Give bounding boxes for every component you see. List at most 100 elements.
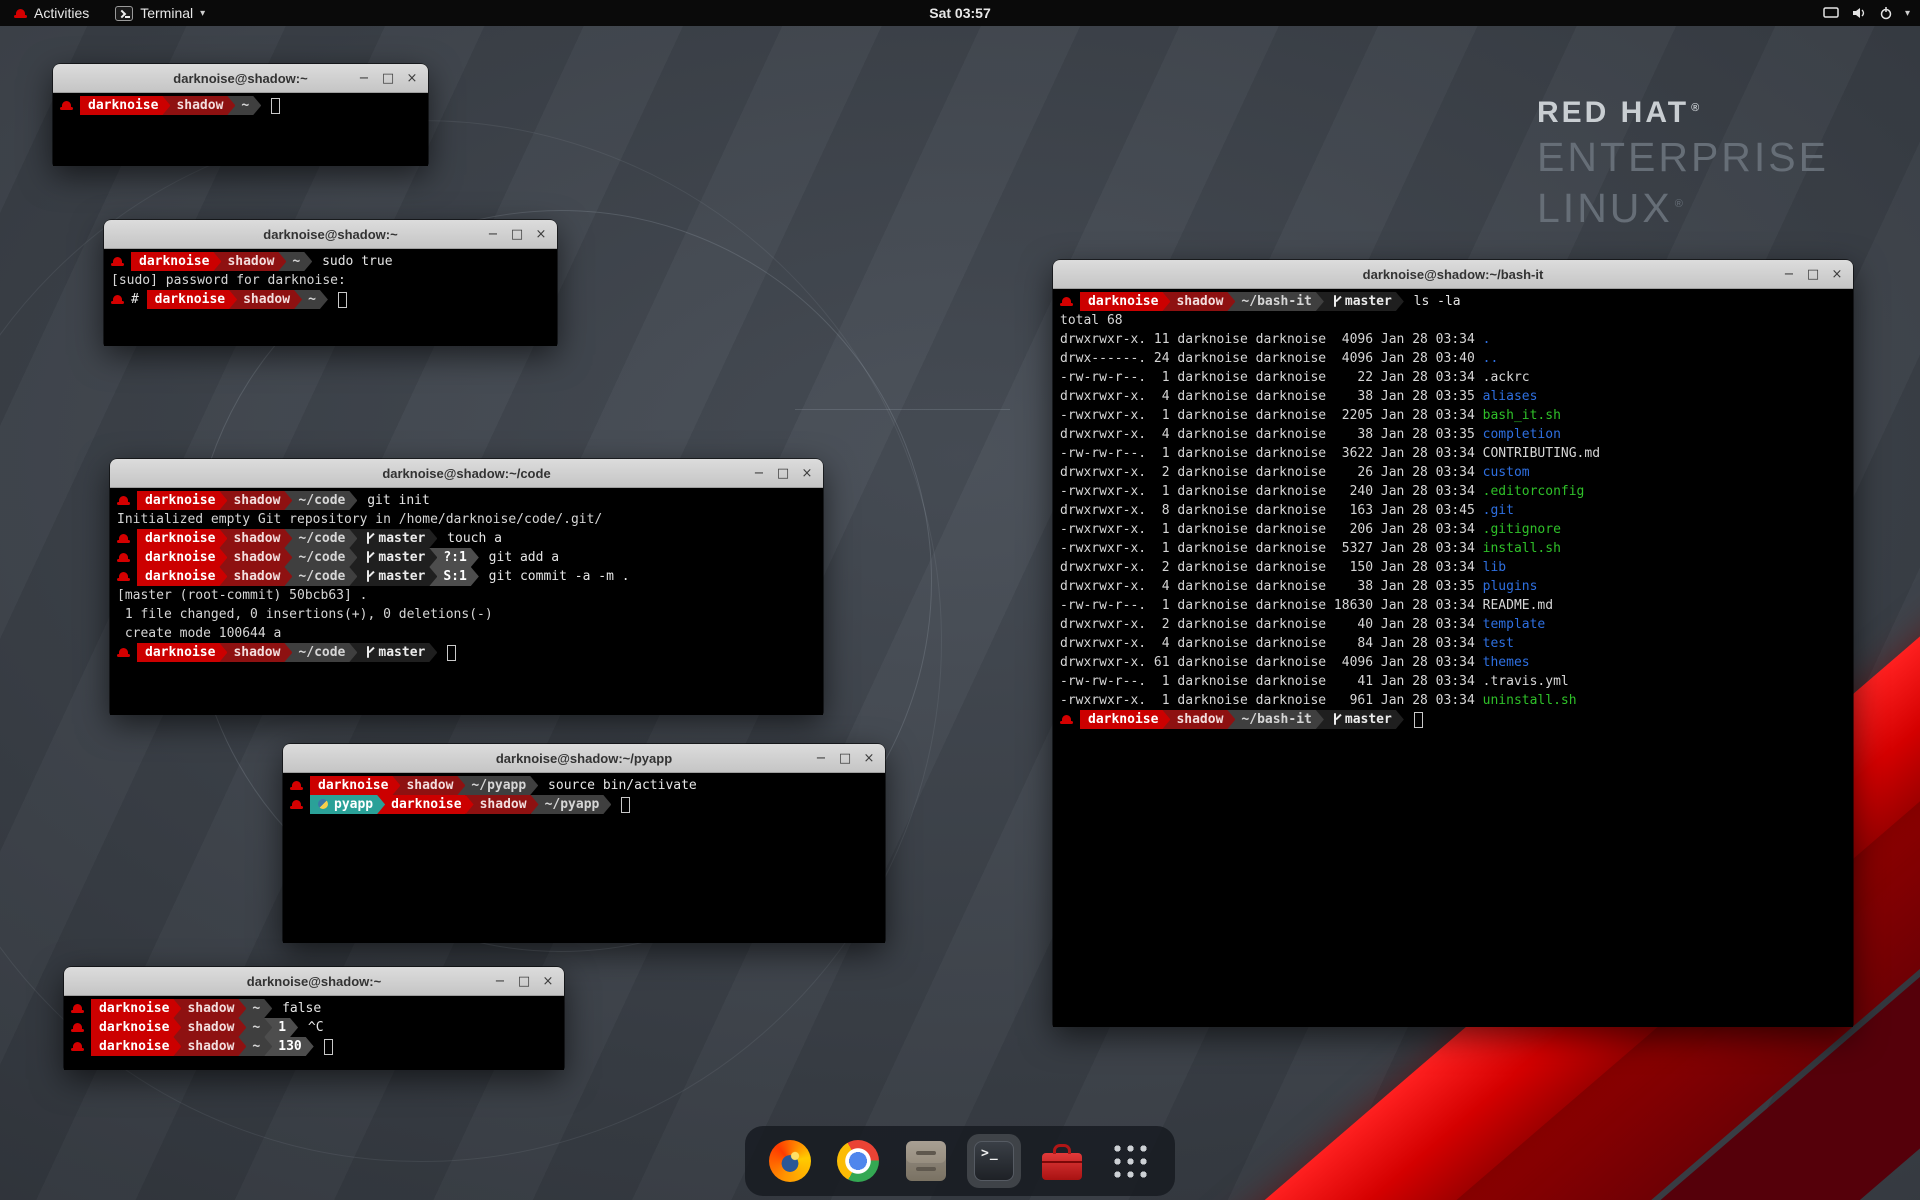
terminal-text: git commit -a -m . [481, 569, 630, 584]
path-segment: ~/bash-it [1227, 710, 1323, 729]
terminal-line: [sudo] password for darknoise: [111, 271, 550, 290]
close-button[interactable]: × [859, 748, 879, 768]
terminal-line: drwxrwxr-x. 8 darknoise darknoise 163 Ja… [1060, 501, 1846, 520]
window-titlebar[interactable]: darknoise@shadow:~ − □ × [64, 967, 564, 996]
terminal-text: -rwxrwxr-x. 1 darknoise darknoise 961 Ja… [1060, 693, 1483, 708]
minimize-button[interactable]: − [483, 224, 503, 244]
redhat-prompt-icon [111, 294, 124, 305]
window-titlebar[interactable]: darknoise@shadow:~/code − □ × [110, 459, 823, 488]
system-status-area[interactable]: ▾ [1823, 0, 1910, 26]
maximize-button[interactable]: □ [514, 971, 534, 991]
minimize-button[interactable]: − [490, 971, 510, 991]
virtualenv-segment: pyapp [310, 795, 385, 814]
user-segment: darknoise [1080, 710, 1170, 729]
dock-item-terminal[interactable]: >_ [967, 1134, 1021, 1188]
redhat-prompt-icon [117, 571, 130, 582]
directory-name: .git [1483, 503, 1514, 518]
directory-name: .. [1483, 351, 1499, 366]
terminal-text: drwxrwxr-x. 2 darknoise darknoise 26 Jan… [1060, 465, 1483, 480]
wallpaper-line [795, 409, 1010, 410]
terminal-content[interactable]: darknoiseshadow~/pyapp source bin/activa… [283, 773, 885, 943]
branding-linux: LINUX® [1537, 185, 1829, 232]
dock-item-toolbox[interactable] [1035, 1134, 1089, 1188]
terminal-line: darknoiseshadow~/pyapp source bin/activa… [290, 776, 878, 795]
maximize-button[interactable]: □ [773, 463, 793, 483]
dock-item-firefox[interactable] [763, 1134, 817, 1188]
host-segment: shadow [173, 1037, 246, 1056]
close-button[interactable]: × [538, 971, 558, 991]
terminal-text: drwxrwxr-x. 4 darknoise darknoise 38 Jan… [1060, 427, 1483, 442]
executable-name: install.sh [1483, 541, 1561, 556]
terminal-line: -rwxrwxr-x. 1 darknoise darknoise 2205 J… [1060, 406, 1846, 425]
terminal-content[interactable]: darknoiseshadow~ falsedarknoiseshadow~1 … [64, 996, 564, 1070]
terminal-content[interactable]: darknoiseshadow~ sudo true[sudo] passwor… [104, 249, 557, 346]
directory-name: . [1483, 332, 1491, 347]
executable-name: bash_it.sh [1483, 408, 1561, 423]
directory-name: template [1483, 617, 1546, 632]
terminal-window-bash-it: darknoise@shadow:~/bash-it − □ × darknoi… [1053, 260, 1853, 1026]
window-titlebar[interactable]: darknoise@shadow:~ − □ × [53, 64, 428, 93]
dock-item-chrome[interactable] [831, 1134, 885, 1188]
maximize-button[interactable]: □ [378, 68, 398, 88]
desktop: RED HAT® ENTERPRISE LINUX® Activities Te… [0, 0, 1920, 1200]
terminal-line: drwxrwxr-x. 2 darknoise darknoise 40 Jan… [1060, 615, 1846, 634]
chevron-down-icon: ▾ [1905, 8, 1910, 19]
terminal-line: drwxrwxr-x. 11 darknoise darknoise 4096 … [1060, 330, 1846, 349]
maximize-button[interactable]: □ [835, 748, 855, 768]
terminal-line: darknoiseshadow~/codemaster touch a [117, 529, 816, 548]
terminal-text: -rw-rw-r--. 1 darknoise darknoise 22 Jan… [1060, 370, 1530, 385]
git-branch-segment: master [349, 529, 437, 548]
path-segment: ~/code [284, 491, 357, 510]
chrome-icon [837, 1140, 879, 1182]
terminal-text: drwxrwxr-x. 4 darknoise darknoise 38 Jan… [1060, 579, 1483, 594]
minimize-button[interactable]: − [811, 748, 831, 768]
terminal-line: darknoiseshadow~ false [71, 999, 557, 1018]
git-branch-segment: master [1316, 710, 1404, 729]
python-icon [318, 799, 328, 809]
terminal-content[interactable]: darknoiseshadow~/bash-itmaster ls -latot… [1053, 289, 1853, 1027]
terminal-text: drwxrwxr-x. 11 darknoise darknoise 4096 … [1060, 332, 1483, 347]
maximize-button[interactable]: □ [507, 224, 527, 244]
app-menu-terminal[interactable]: Terminal ▾ [111, 0, 209, 26]
terminal-content[interactable]: darknoiseshadow~/code git initInitialize… [110, 488, 823, 715]
window-titlebar[interactable]: darknoise@shadow:~/pyapp − □ × [283, 744, 885, 773]
window-titlebar[interactable]: darknoise@shadow:~ − □ × [104, 220, 557, 249]
terminal-text: git add a [481, 550, 559, 565]
terminal-line: darknoiseshadow~/bash-itmaster ls -la [1060, 292, 1846, 311]
terminal-line: darknoiseshadow~ [60, 96, 421, 115]
close-button[interactable]: × [1827, 264, 1847, 284]
user-segment: darknoise [131, 252, 221, 271]
dock-item-files[interactable] [899, 1134, 953, 1188]
window-titlebar[interactable]: darknoise@shadow:~/bash-it − □ × [1053, 260, 1853, 289]
terminal-text: -rwxrwxr-x. 1 darknoise darknoise 5327 J… [1060, 541, 1483, 556]
minimize-button[interactable]: − [749, 463, 769, 483]
terminal-content[interactable]: darknoiseshadow~ [53, 93, 428, 166]
dock-item-show-applications[interactable] [1103, 1134, 1157, 1188]
user-segment: darknoise [137, 491, 227, 510]
terminal-text: sudo true [314, 254, 392, 269]
directory-name: plugins [1483, 579, 1538, 594]
clock[interactable]: Sat 03:57 [929, 5, 990, 21]
redhat-prompt-icon [1060, 296, 1073, 307]
dock: >_ [745, 1126, 1175, 1196]
close-button[interactable]: × [531, 224, 551, 244]
close-button[interactable]: × [402, 68, 422, 88]
redhat-prompt-icon [60, 100, 73, 111]
terminal-text: drwxrwxr-x. 61 darknoise darknoise 4096 … [1060, 655, 1483, 670]
terminal-line: -rwxrwxr-x. 1 darknoise darknoise 206 Ja… [1060, 520, 1846, 539]
minimize-button[interactable]: − [354, 68, 374, 88]
top-bar: Activities Terminal ▾ Sat 03:57 ▾ [0, 0, 1920, 26]
terminal-line: [master (root-commit) 50bcb63] . [117, 586, 816, 605]
close-button[interactable]: × [797, 463, 817, 483]
terminal-line: 1 file changed, 0 insertions(+), 0 delet… [117, 605, 816, 624]
redhat-prompt-icon [117, 552, 130, 563]
minimize-button[interactable]: − [1779, 264, 1799, 284]
user-segment: darknoise [137, 548, 227, 567]
terminal-window-exit-codes: darknoise@shadow:~ − □ × darknoiseshadow… [64, 967, 564, 1069]
git-branch-icon [1330, 713, 1340, 725]
host-segment: shadow [466, 795, 539, 814]
activities-button[interactable]: Activities [10, 0, 93, 26]
path-segment: ~/pyapp [531, 795, 612, 814]
maximize-button[interactable]: □ [1803, 264, 1823, 284]
window-title: darknoise@shadow:~ [173, 71, 307, 86]
